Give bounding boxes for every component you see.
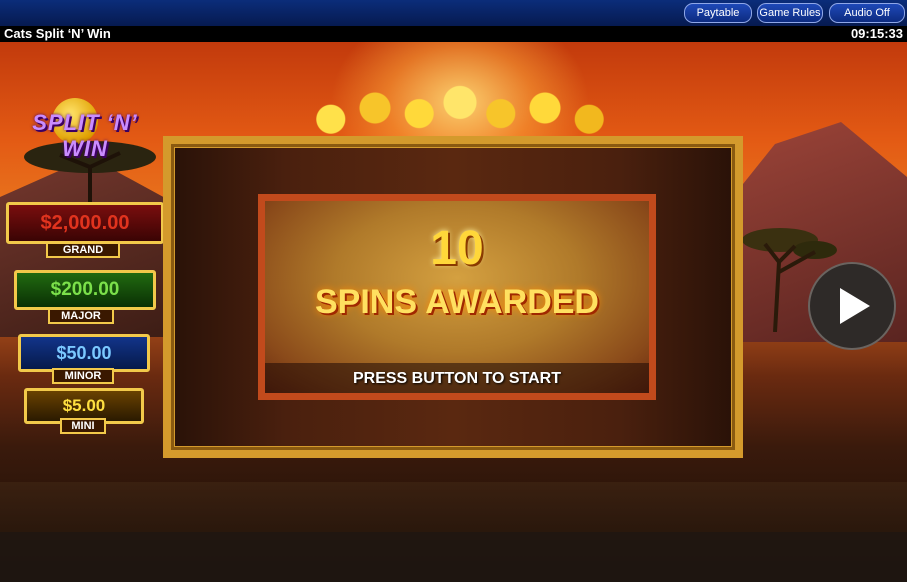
bonus-panel: 10 SPINS AWARDED PRESS BUTTON TO START (258, 194, 656, 400)
game-scene: SPLIT ‘N’ WIN $2,000.00 GRAND $200.00 MA… (0, 42, 907, 582)
jackpot-major-label: MAJOR (48, 308, 114, 324)
bonus-frame: 10 SPINS AWARDED PRESS BUTTON TO START (163, 136, 743, 458)
jackpot-minor-amount: $50.00 (18, 334, 150, 372)
press-button-prompt: PRESS BUTTON TO START (352, 370, 561, 387)
top-bar: Paytable Game Rules Audio Off (0, 0, 907, 26)
spins-awarded-text: SPINS AWARDED (314, 283, 599, 321)
title-bar: Cats Split ‘N’ Win 09:15:33 (0, 26, 907, 42)
bottom-strip (0, 532, 907, 582)
jackpot-grand-amount: $2,000.00 (6, 202, 164, 244)
free-spins-count: 10 (430, 222, 484, 275)
jackpot-grand-label: GRAND (46, 242, 120, 258)
audio-toggle-button[interactable]: Audio Off (829, 3, 905, 23)
jackpot-major-amount: $200.00 (14, 270, 156, 310)
play-icon (840, 288, 870, 324)
paytable-button[interactable]: Paytable (684, 3, 752, 23)
jackpot-mini-label: MINI (60, 418, 106, 434)
play-button[interactable] (808, 262, 896, 350)
game-logo: SPLIT ‘N’ WIN (10, 98, 160, 161)
jackpot-minor-label: MINOR (52, 368, 114, 384)
logo-text: SPLIT ‘N’ WIN (32, 110, 138, 161)
clock: 09:15:33 (850, 26, 903, 41)
game-rules-button[interactable]: Game Rules (757, 3, 823, 23)
game-title: Cats Split ‘N’ Win (4, 26, 111, 41)
coin-pile (290, 80, 630, 136)
